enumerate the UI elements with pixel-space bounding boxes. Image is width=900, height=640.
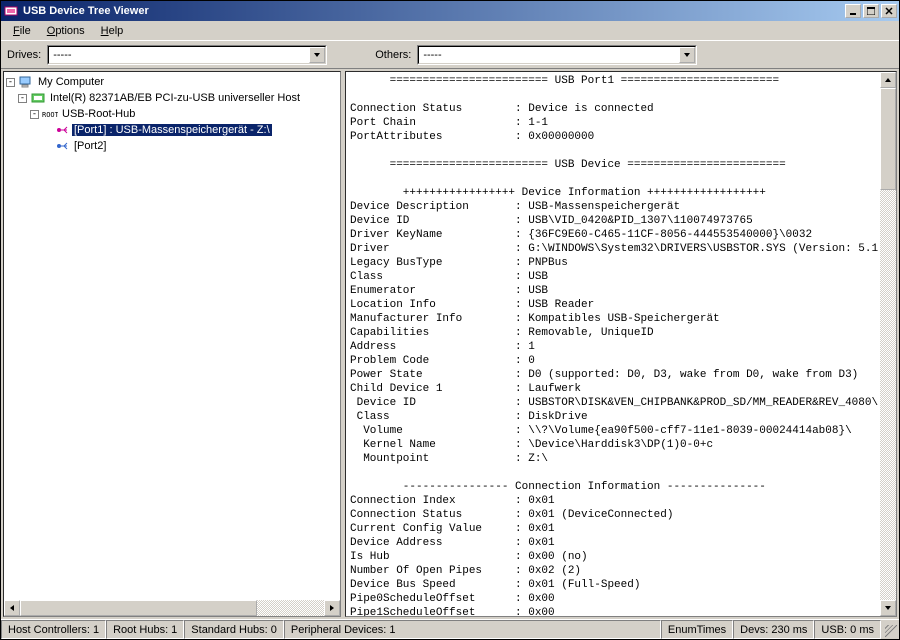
size-grip[interactable] bbox=[881, 620, 899, 639]
menu-help[interactable]: Help bbox=[93, 23, 132, 39]
expand-toggle-icon[interactable]: - bbox=[18, 94, 27, 103]
tree-host-label: Intel(R) 82371AB/EB PCI-zu-USB universel… bbox=[48, 92, 302, 104]
tree-root[interactable]: - My Computer bbox=[6, 74, 338, 90]
usb-port-icon bbox=[54, 122, 70, 138]
tree-port2[interactable]: [Port2] bbox=[6, 138, 338, 154]
tree-pane: - My Computer - Intel(R) 82371AB/EB PCI-… bbox=[3, 71, 341, 617]
detail-vertical-scrollbar[interactable] bbox=[880, 72, 896, 616]
detail-pane: ======================== USB Port1 =====… bbox=[345, 71, 897, 617]
tree-roothub[interactable]: - ROOT USB-Root-Hub bbox=[6, 106, 338, 122]
menu-options[interactable]: Options bbox=[39, 23, 93, 39]
status-root-hubs: Root Hubs: 1 bbox=[106, 620, 184, 639]
scroll-thumb[interactable] bbox=[20, 600, 257, 616]
status-standard-hubs: Standard Hubs: 0 bbox=[184, 620, 284, 639]
status-bar: Host Controllers: 1 Root Hubs: 1 Standar… bbox=[1, 619, 899, 639]
minimize-button[interactable] bbox=[845, 4, 861, 18]
menu-bar: File Options Help bbox=[1, 21, 899, 40]
others-combo[interactable]: ----- bbox=[417, 45, 697, 65]
scroll-track[interactable] bbox=[880, 88, 896, 600]
expand-toggle-icon[interactable]: - bbox=[30, 110, 39, 119]
window-title: USB Device Tree Viewer bbox=[23, 5, 843, 17]
main-area: - My Computer - Intel(R) 82371AB/EB PCI-… bbox=[1, 68, 899, 619]
drives-combo-value: ----- bbox=[49, 48, 309, 62]
detail-text[interactable]: ======================== USB Port1 =====… bbox=[346, 72, 880, 616]
root-hub-icon: ROOT bbox=[42, 106, 58, 122]
drives-dropdown-button[interactable] bbox=[309, 47, 325, 63]
computer-icon bbox=[18, 74, 34, 90]
tree-root-label: My Computer bbox=[36, 76, 106, 88]
menu-file[interactable]: File bbox=[5, 23, 39, 39]
close-button[interactable] bbox=[881, 4, 897, 18]
tree-horizontal-scrollbar[interactable] bbox=[4, 600, 340, 616]
tree-port1[interactable]: [Port1] : USB-Massenspeichergerät - Z:\ bbox=[6, 122, 338, 138]
tree-port1-label: [Port1] : USB-Massenspeichergerät - Z:\ bbox=[72, 124, 272, 136]
status-devs: Devs: 230 ms bbox=[733, 620, 814, 639]
tree-port2-label: [Port2] bbox=[72, 140, 108, 152]
usb-port-icon bbox=[54, 138, 70, 154]
status-peripheral: Peripheral Devices: 1 bbox=[284, 620, 661, 639]
scroll-left-button[interactable] bbox=[4, 600, 20, 616]
tree-host[interactable]: - Intel(R) 82371AB/EB PCI-zu-USB univers… bbox=[6, 90, 338, 106]
status-enumtimes: EnumTimes bbox=[661, 620, 733, 639]
svg-text:ROOT: ROOT bbox=[42, 111, 58, 119]
status-usb: USB: 0 ms bbox=[814, 620, 881, 639]
scroll-right-button[interactable] bbox=[324, 600, 340, 616]
app-icon bbox=[3, 3, 19, 19]
scroll-thumb[interactable] bbox=[880, 88, 896, 190]
others-label: Others: bbox=[375, 49, 411, 61]
toolbar: Drives: ----- Others: ----- bbox=[1, 40, 899, 68]
device-tree[interactable]: - My Computer - Intel(R) 82371AB/EB PCI-… bbox=[4, 72, 340, 600]
expand-toggle-icon[interactable]: - bbox=[6, 78, 15, 87]
others-combo-value: ----- bbox=[419, 48, 679, 62]
tree-roothub-label: USB-Root-Hub bbox=[60, 108, 137, 120]
drives-combo[interactable]: ----- bbox=[47, 45, 327, 65]
host-controller-icon bbox=[30, 90, 46, 106]
scroll-track[interactable] bbox=[20, 600, 324, 616]
drives-label: Drives: bbox=[7, 49, 41, 61]
others-dropdown-button[interactable] bbox=[679, 47, 695, 63]
scroll-up-button[interactable] bbox=[880, 72, 896, 88]
status-host-controllers: Host Controllers: 1 bbox=[1, 620, 106, 639]
maximize-button[interactable] bbox=[863, 4, 879, 18]
title-bar: USB Device Tree Viewer bbox=[1, 1, 899, 21]
scroll-down-button[interactable] bbox=[880, 600, 896, 616]
